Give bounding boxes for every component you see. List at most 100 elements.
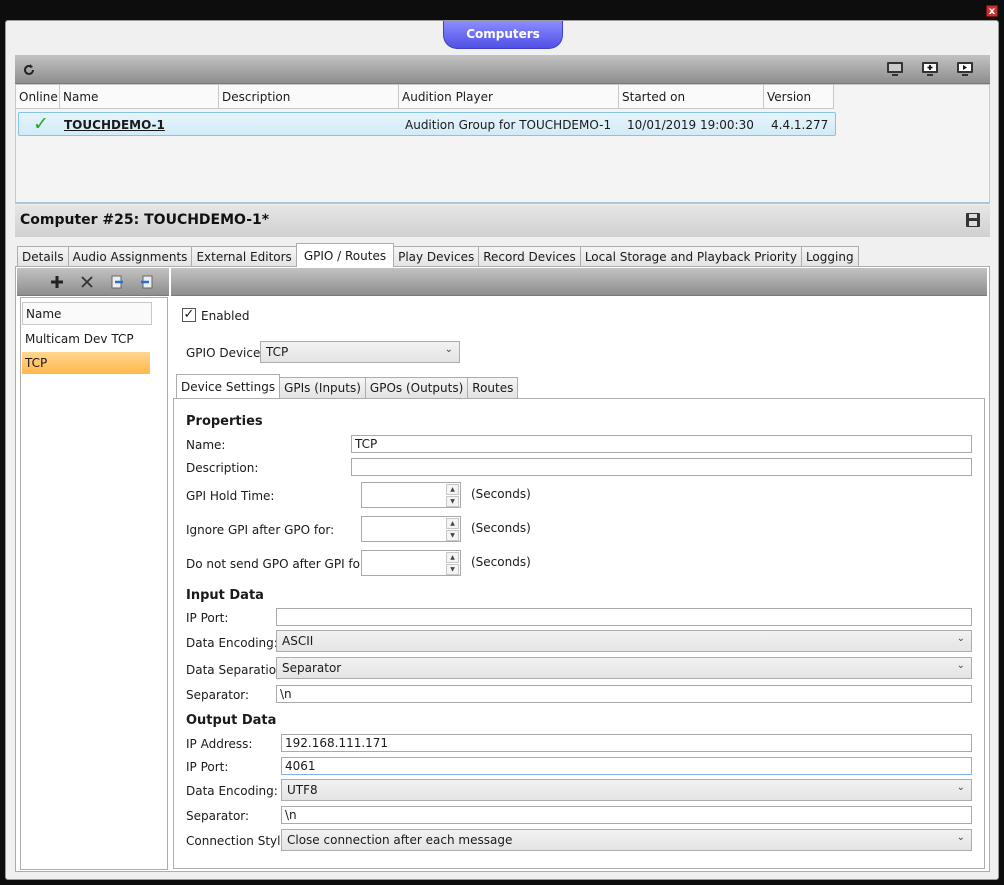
properties-heading: Properties [186, 414, 263, 429]
tab-gpio-routes[interactable]: GPIO / Routes [295, 243, 395, 267]
tab-device-settings[interactable]: Device Settings [176, 374, 281, 398]
output-data-heading: Output Data [186, 713, 277, 728]
spin-up-icon[interactable]: ▲ [446, 518, 459, 529]
no-send-gpo-stepper[interactable]: ▲ ▼ [361, 550, 461, 576]
add-icon[interactable] [47, 272, 67, 292]
spin-down-icon[interactable]: ▼ [446, 530, 459, 541]
column-header-version[interactable]: Version [764, 85, 834, 109]
name-label: Name: [186, 438, 226, 452]
seconds-unit: (Seconds) [471, 555, 531, 569]
tab-details[interactable]: Details [17, 246, 69, 267]
description-field[interactable] [351, 458, 972, 476]
input-separator-field[interactable]: \n [276, 685, 972, 703]
input-encoding-select[interactable]: ASCII ⌄ [276, 630, 972, 652]
delete-icon[interactable] [77, 272, 97, 292]
no-send-gpo-label: Do not send GPO after GPI for: [186, 557, 369, 571]
input-ip-port-label: IP Port: [186, 611, 229, 625]
column-header-online[interactable]: Online [16, 85, 60, 109]
output-separator-label: Separator: [186, 809, 250, 823]
ignore-gpi-stepper[interactable]: ▲ ▼ [361, 516, 461, 542]
column-header-description[interactable]: Description [219, 85, 399, 109]
spin-down-icon[interactable]: ▼ [446, 496, 459, 507]
chevron-down-icon: ⌄ [956, 832, 965, 843]
tab-gpos-outputs[interactable]: GPOs (Outputs) [364, 377, 469, 398]
chevron-down-icon: ⌄ [444, 344, 453, 355]
tab-routes[interactable]: Routes [467, 377, 519, 398]
tab-play-devices[interactable]: Play Devices [393, 246, 480, 267]
computer-tabs: Details Audio Assignments External Edito… [17, 243, 859, 267]
connection-style-select[interactable]: Close connection after each message ⌄ [281, 829, 972, 851]
tab-external-editors[interactable]: External Editors [191, 246, 297, 267]
export-icon[interactable] [107, 272, 127, 292]
column-header-audition-player[interactable]: Audition Player [399, 85, 619, 109]
grid-header: Online Name Description Audition Player … [16, 85, 834, 109]
list-item-selected[interactable]: TCP [22, 352, 150, 374]
audition-player-cell: Audition Group for TOUCHDEMO-1 [405, 118, 612, 132]
name-field[interactable]: TCP [351, 435, 972, 453]
tab-local-storage[interactable]: Local Storage and Playback Priority [579, 246, 802, 267]
chevron-down-icon: ⌄ [956, 782, 965, 793]
tab-logging[interactable]: Logging [800, 246, 859, 267]
data-separation-select[interactable]: Separator ⌄ [276, 657, 972, 679]
spin-up-icon[interactable]: ▲ [446, 552, 459, 563]
computer-title: Computer #25: TOUCHDEMO-1* [15, 205, 990, 237]
version-cell: 4.4.1.277 [771, 118, 829, 132]
ip-address-label: IP Address: [186, 737, 253, 751]
started-on-cell: 10/01/2019 19:00:30 [627, 118, 754, 132]
tab-record-devices[interactable]: Record Devices [478, 246, 581, 267]
gpio-device-list: Name Multicam Dev TCP TCP [20, 297, 168, 870]
seconds-unit: (Seconds) [471, 487, 531, 501]
window-title: Computers [443, 21, 563, 49]
tab-audio-assignments[interactable]: Audio Assignments [67, 246, 193, 267]
input-separator-label: Separator: [186, 688, 250, 702]
input-encoding-value: ASCII [282, 634, 314, 648]
gpio-subtabs: Device Settings GPIs (Inputs) GPOs (Outp… [176, 374, 519, 398]
enabled-checkbox[interactable]: ✓ [182, 308, 196, 322]
output-encoding-select[interactable]: UTF8 ⌄ [281, 779, 972, 801]
seconds-unit: (Seconds) [471, 521, 531, 535]
output-separator-field[interactable]: \n [281, 806, 972, 824]
import-icon[interactable] [137, 272, 157, 292]
chevron-down-icon: ⌄ [956, 660, 965, 671]
monitor-icon[interactable] [885, 59, 905, 79]
enabled-label: Enabled [201, 309, 250, 323]
gpi-hold-time-label: GPI Hold Time: [186, 489, 275, 503]
input-data-heading: Input Data [186, 588, 264, 603]
chevron-down-icon: ⌄ [956, 633, 965, 644]
output-encoding-label: Data Encoding: [186, 784, 278, 798]
spin-up-icon[interactable]: ▲ [446, 484, 459, 495]
output-ip-port-field[interactable]: 4061 [281, 757, 972, 775]
gpio-detail-toolbar [171, 268, 987, 296]
online-check-icon: ✓ [33, 113, 49, 135]
gpio-device-value: TCP [266, 345, 289, 359]
save-icon[interactable] [966, 213, 980, 231]
table-row[interactable]: ✓ TOUCHDEMO-1 Audition Group for TOUCHDE… [18, 112, 836, 136]
list-header-name[interactable]: Name [22, 302, 152, 325]
gpio-device-label: GPIO Device: [186, 346, 265, 360]
ip-address-field[interactable]: 192.168.111.171 [281, 734, 972, 752]
column-header-started-on[interactable]: Started on [619, 85, 764, 109]
description-label: Description: [186, 461, 259, 475]
add-monitor-icon[interactable] [920, 59, 940, 79]
input-encoding-label: Data Encoding: [186, 636, 278, 650]
tab-gpis-inputs[interactable]: GPIs (Inputs) [279, 377, 366, 398]
output-ip-port-label: IP Port: [186, 760, 229, 774]
gpio-device-select[interactable]: TCP ⌄ [260, 341, 460, 363]
input-ip-port-field[interactable] [276, 608, 972, 626]
close-window-button[interactable]: x [986, 5, 998, 17]
column-header-name[interactable]: Name [60, 85, 219, 109]
data-separation-value: Separator [282, 661, 342, 675]
gpi-hold-time-stepper[interactable]: ▲ ▼ [361, 482, 461, 508]
spin-down-icon[interactable]: ▼ [446, 564, 459, 575]
play-monitor-icon[interactable] [955, 59, 975, 79]
ignore-gpi-label: Ignore GPI after GPO for: [186, 523, 335, 537]
gpio-list-toolbar [17, 268, 169, 296]
output-encoding-value: UTF8 [287, 783, 318, 797]
computers-grid: Online Name Description Audition Player … [15, 84, 990, 204]
computers-window: Computers Online Name Description Auditi… [5, 20, 999, 880]
computer-name-link[interactable]: TOUCHDEMO-1 [64, 118, 165, 132]
list-item[interactable]: Multicam Dev TCP [22, 328, 150, 350]
data-separation-label: Data Separation: [186, 663, 288, 677]
refresh-icon[interactable] [19, 60, 39, 80]
computers-toolbar [15, 55, 990, 84]
